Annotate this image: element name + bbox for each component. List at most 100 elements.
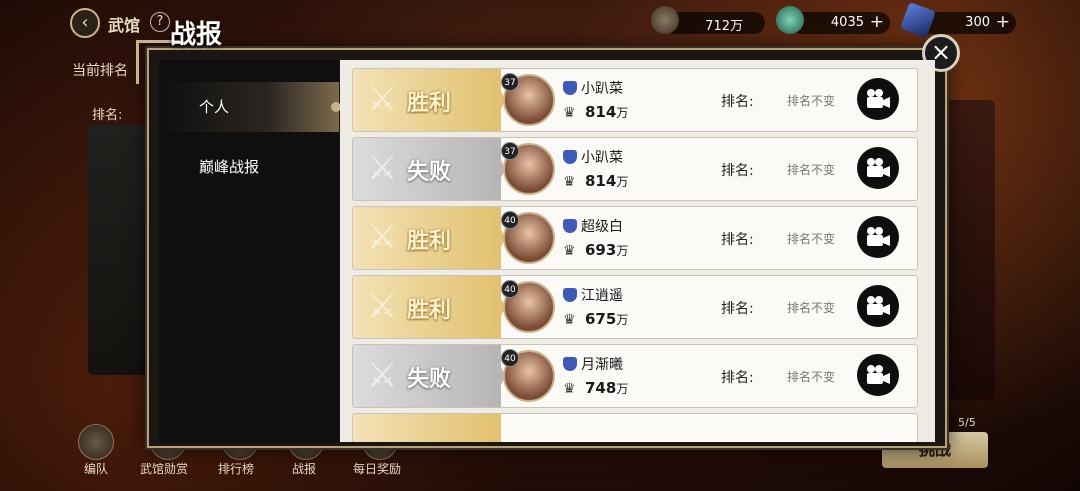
battle-record-row: ⚔ 失败 40 月渐曦 ♛ 748万 排名: 排名不变: [352, 344, 918, 408]
power-crest-icon: [651, 6, 679, 34]
power-value: 693万: [585, 241, 628, 259]
crossed-swords-icon: ⚔: [367, 79, 398, 119]
nav-formation[interactable]: 编队: [84, 460, 108, 477]
result-text: 胜利: [407, 90, 452, 116]
rank-change: 排名不变: [787, 163, 836, 177]
power-number: 814: [585, 172, 617, 190]
plus-icon[interactable]: +: [996, 12, 1010, 32]
shield-icon: [563, 150, 577, 164]
power-number: 748: [585, 379, 617, 397]
power-crest-icon: ♛: [563, 381, 576, 397]
result-text: 失败: [407, 366, 452, 392]
back-arrow-icon[interactable]: ‹: [70, 8, 100, 38]
result-text: 胜利: [407, 228, 452, 254]
player-name: 小趴菜: [581, 81, 623, 97]
rank-change: 排名不变: [787, 370, 836, 384]
help-icon[interactable]: ?: [150, 12, 170, 32]
result-banner: ⚔ 失败: [353, 345, 505, 407]
jade-coin-icon: [776, 6, 804, 34]
result-banner: ⚔ 胜利: [353, 276, 505, 338]
power-unit: 万: [616, 244, 629, 258]
tab-peak-report[interactable]: 巅峰战报: [159, 142, 339, 192]
resource-crystal[interactable]: 300 +: [900, 2, 1016, 38]
rank-label: 排名:: [721, 232, 754, 248]
player-name: 超级白: [581, 219, 623, 235]
battle-record-row: ⚔ 失败 37 小趴菜 ♛ 814万 排名: 排名不变: [352, 137, 918, 201]
power-number: 693: [585, 241, 617, 259]
battle-record-row: ⚔ 胜利 40 超级白 ♛ 693万 排名: 排名不变: [352, 206, 918, 270]
power-number: 675: [585, 310, 617, 328]
shield-icon: [563, 357, 577, 371]
level-badge: 40: [501, 280, 519, 298]
nav-ranking[interactable]: 排行榜: [218, 460, 254, 477]
battle-record-row: ⚔ 胜利 37 小趴菜 ♛ 814万 排名: 排名不变: [352, 68, 918, 132]
video-camera-icon: [867, 365, 890, 384]
nav-daily-reward[interactable]: 每日奖励: [353, 460, 401, 477]
modal-title: 战报: [170, 20, 223, 50]
power-number: 814: [585, 103, 617, 121]
rank-label: 排名:: [721, 301, 754, 317]
battle-record-row: ⚔ 胜利 40 江逍遥 ♛ 675万 排名: 排名不变: [352, 275, 918, 339]
resource-value: 712万: [705, 19, 743, 34]
rank-change: 排名不变: [787, 232, 836, 246]
crossed-swords-icon: ⚔: [367, 148, 398, 188]
replay-camera-button[interactable]: [857, 285, 899, 327]
result-banner: [353, 414, 501, 442]
player-name: 小趴菜: [581, 150, 623, 166]
shield-icon: [563, 81, 577, 95]
video-camera-icon: [867, 296, 890, 315]
rank-label: 排名:: [92, 108, 123, 123]
power-value: 675万: [585, 310, 628, 328]
power-crest-icon: ♛: [563, 312, 576, 328]
background-hero-card-right: [940, 100, 995, 400]
video-camera-icon: [867, 158, 890, 177]
power-unit: 万: [616, 313, 629, 327]
power-unit: 万: [616, 175, 629, 189]
rank-change: 排名不变: [787, 94, 836, 108]
shield-icon: [563, 219, 577, 233]
plus-icon[interactable]: +: [870, 12, 884, 32]
shield-icon: [563, 288, 577, 302]
result-text: 胜利: [407, 297, 452, 323]
tab-personal[interactable]: 个人: [159, 82, 341, 132]
player-name: 江逍遥: [581, 288, 623, 304]
resource-value: 4035: [830, 15, 864, 30]
crossed-swords-icon: ⚔: [367, 286, 398, 326]
level-badge: 40: [501, 349, 519, 367]
replay-camera-button[interactable]: [857, 78, 899, 120]
formation-icon[interactable]: [78, 424, 114, 460]
power-value: 748万: [585, 379, 628, 397]
power-value: 814万: [585, 103, 628, 121]
rank-change: 排名不变: [787, 301, 836, 315]
nav-battle-report[interactable]: 战报: [292, 460, 316, 477]
resource-value: 300: [965, 15, 990, 30]
tab-label: 巅峰战报: [199, 158, 260, 176]
replay-camera-button[interactable]: [857, 216, 899, 258]
current-rank-label: 当前排名: [72, 63, 128, 79]
power-crest-icon: ♛: [563, 243, 576, 259]
result-banner: ⚔ 失败: [353, 138, 505, 200]
modal-sidebar: 个人 巅峰战报: [159, 60, 341, 442]
result-banner: ⚔ 胜利: [353, 69, 505, 131]
result-text: 失败: [407, 159, 452, 185]
battle-record-list[interactable]: ⚔ 胜利 37 小趴菜 ♛ 814万 排名: 排名不变 ⚔ 失败 37 小趴菜 …: [340, 60, 935, 442]
level-badge: 37: [501, 142, 519, 160]
nav-hall-reward[interactable]: 武馆勋赏: [140, 460, 188, 477]
page-count: 5/5: [958, 416, 976, 429]
video-camera-icon: [867, 227, 890, 246]
power-value: 814万: [585, 172, 628, 190]
page-title: 武馆: [108, 16, 141, 35]
crystal-icon: [900, 2, 936, 38]
rank-label: 排名:: [721, 94, 754, 110]
crossed-swords-icon: ⚔: [367, 355, 398, 395]
rank-label: 排名:: [721, 370, 754, 386]
video-camera-icon: [867, 89, 890, 108]
crossed-swords-icon: ⚔: [367, 217, 398, 257]
replay-camera-button[interactable]: [857, 147, 899, 189]
level-badge: 40: [501, 211, 519, 229]
replay-camera-button[interactable]: [857, 354, 899, 396]
resource-jade[interactable]: 4035 +: [776, 6, 890, 34]
battle-record-row-partial: [352, 413, 918, 442]
rank-label: 排名:: [721, 163, 754, 179]
player-name: 月渐曦: [581, 357, 623, 373]
